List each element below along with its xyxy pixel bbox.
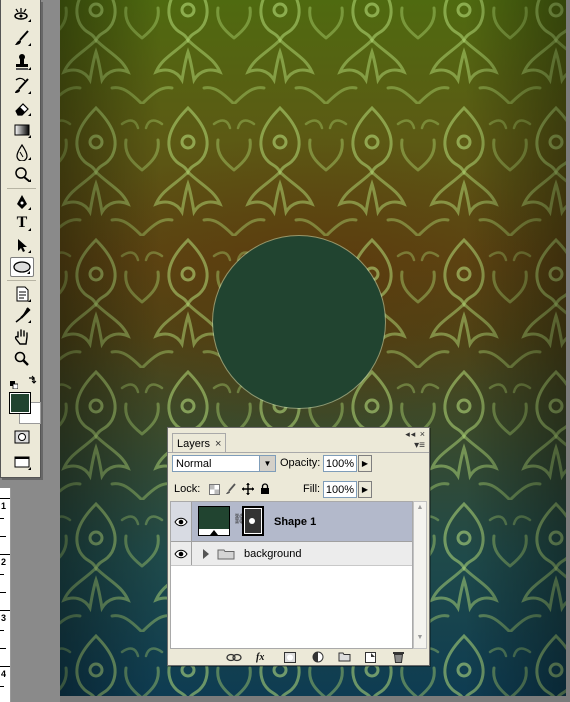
fill-field[interactable]: 100% bbox=[323, 481, 357, 498]
layers-scrollbar[interactable]: ▲ ▼ bbox=[413, 501, 427, 649]
layer-list: ⛓ Shape 1 background bbox=[170, 501, 413, 649]
layer-thumbnail[interactable] bbox=[198, 506, 230, 536]
eye-icon bbox=[174, 517, 188, 526]
swap-arrow-icon bbox=[29, 375, 37, 384]
pen-tool[interactable] bbox=[10, 192, 34, 212]
opacity-label: Opacity: bbox=[280, 457, 321, 469]
scroll-up-arrow[interactable]: ▲ bbox=[415, 504, 425, 516]
zoom-tool[interactable] bbox=[10, 349, 34, 369]
dodge-tool[interactable] bbox=[10, 164, 34, 184]
notes-tool[interactable] bbox=[10, 284, 34, 304]
new-layer-icon[interactable] bbox=[365, 651, 376, 663]
layer-name[interactable]: Shape 1 bbox=[274, 516, 316, 528]
close-icon[interactable]: × bbox=[215, 438, 221, 450]
default-colors-icon bbox=[10, 381, 19, 390]
ruler-label-1: 1 bbox=[1, 501, 7, 511]
blend-mode-select[interactable]: Normal ▼ bbox=[172, 455, 276, 472]
default-colors-button[interactable] bbox=[10, 376, 19, 390]
mask-icon[interactable] bbox=[284, 651, 296, 663]
hand-tool[interactable] bbox=[10, 327, 34, 347]
ruler-label-2: 2 bbox=[1, 557, 7, 567]
opacity-slider-button[interactable]: ▶ bbox=[358, 455, 372, 472]
clone-stamp-tool[interactable] bbox=[10, 52, 34, 72]
layer-row-shape-1[interactable]: ⛓ Shape 1 bbox=[171, 502, 412, 542]
expand-triangle-icon[interactable] bbox=[203, 549, 209, 559]
vector-mask-thumbnail[interactable] bbox=[242, 506, 264, 536]
circle-shape-layer[interactable] bbox=[213, 236, 385, 408]
type-icon: T bbox=[16, 214, 28, 231]
opacity-field[interactable]: 100% bbox=[323, 455, 357, 472]
screen-mode-button[interactable] bbox=[10, 452, 34, 472]
ellipse-tool[interactable] bbox=[10, 257, 34, 277]
eye-icon bbox=[174, 549, 188, 558]
lock-image-pixels-icon[interactable] bbox=[225, 483, 237, 495]
gradient-tool[interactable] bbox=[10, 120, 34, 140]
link-icon[interactable] bbox=[226, 651, 242, 663]
layers-tab-label: Layers bbox=[177, 437, 211, 450]
layer-name[interactable]: background bbox=[244, 548, 302, 560]
panel-collapse-buttons[interactable]: ◂◂ × bbox=[405, 429, 426, 440]
folder-icon[interactable] bbox=[338, 651, 351, 663]
chevron-down-icon[interactable]: ▼ bbox=[259, 456, 275, 471]
lock-transparent-pixels-icon[interactable] bbox=[208, 483, 220, 495]
tools-palette: T bbox=[0, 0, 41, 478]
layers-panel-titlebar: Layers × ◂◂ × ▾≡ bbox=[168, 428, 429, 453]
layer-row-background[interactable]: background bbox=[171, 542, 412, 566]
ruler-label-4: 4 bbox=[1, 669, 7, 679]
tab-layers[interactable]: Layers × bbox=[172, 433, 227, 453]
fill-label: Fill: bbox=[303, 483, 321, 495]
layers-panel: Layers × ◂◂ × ▾≡ Normal ▼ Opacity: 100% … bbox=[167, 427, 430, 666]
trash-icon[interactable] bbox=[393, 651, 404, 663]
quick-mask-icon bbox=[14, 430, 30, 444]
visibility-toggle[interactable] bbox=[171, 502, 192, 541]
quick-mask-button[interactable] bbox=[10, 427, 34, 447]
blend-mode-value: Normal bbox=[176, 457, 212, 470]
history-brush-tool[interactable] bbox=[10, 76, 34, 96]
red-eye-tool[interactable] bbox=[10, 4, 34, 24]
type-tool[interactable]: T bbox=[10, 213, 34, 233]
ruler-label-3: 3 bbox=[1, 613, 7, 623]
eyedropper-tool[interactable] bbox=[10, 305, 34, 325]
folder-icon bbox=[217, 549, 235, 560]
brush-tool[interactable] bbox=[10, 28, 34, 48]
blur-tool[interactable] bbox=[10, 142, 34, 162]
lock-label: Lock: bbox=[174, 483, 201, 495]
foreground-color-swatch[interactable] bbox=[9, 392, 31, 414]
fill-slider-button[interactable]: ▶ bbox=[358, 481, 372, 498]
panel-menu-button[interactable]: ▾≡ bbox=[414, 440, 425, 451]
lock-all-icon[interactable] bbox=[259, 483, 271, 495]
visibility-toggle[interactable] bbox=[171, 542, 192, 565]
eraser-tool[interactable] bbox=[10, 98, 34, 118]
swap-colors-button[interactable] bbox=[27, 375, 37, 385]
scroll-down-arrow[interactable]: ▼ bbox=[415, 634, 425, 646]
path-selection-tool[interactable] bbox=[10, 235, 34, 255]
fx-icon[interactable]: fx bbox=[256, 651, 264, 663]
layers-panel-footer: fx bbox=[168, 649, 429, 665]
magnifier-icon bbox=[14, 351, 29, 366]
adjustment-icon[interactable] bbox=[312, 651, 324, 663]
vertical-ruler: 1 2 3 4 bbox=[0, 488, 11, 702]
lock-position-icon[interactable] bbox=[242, 483, 254, 495]
hand-icon bbox=[14, 329, 28, 345]
